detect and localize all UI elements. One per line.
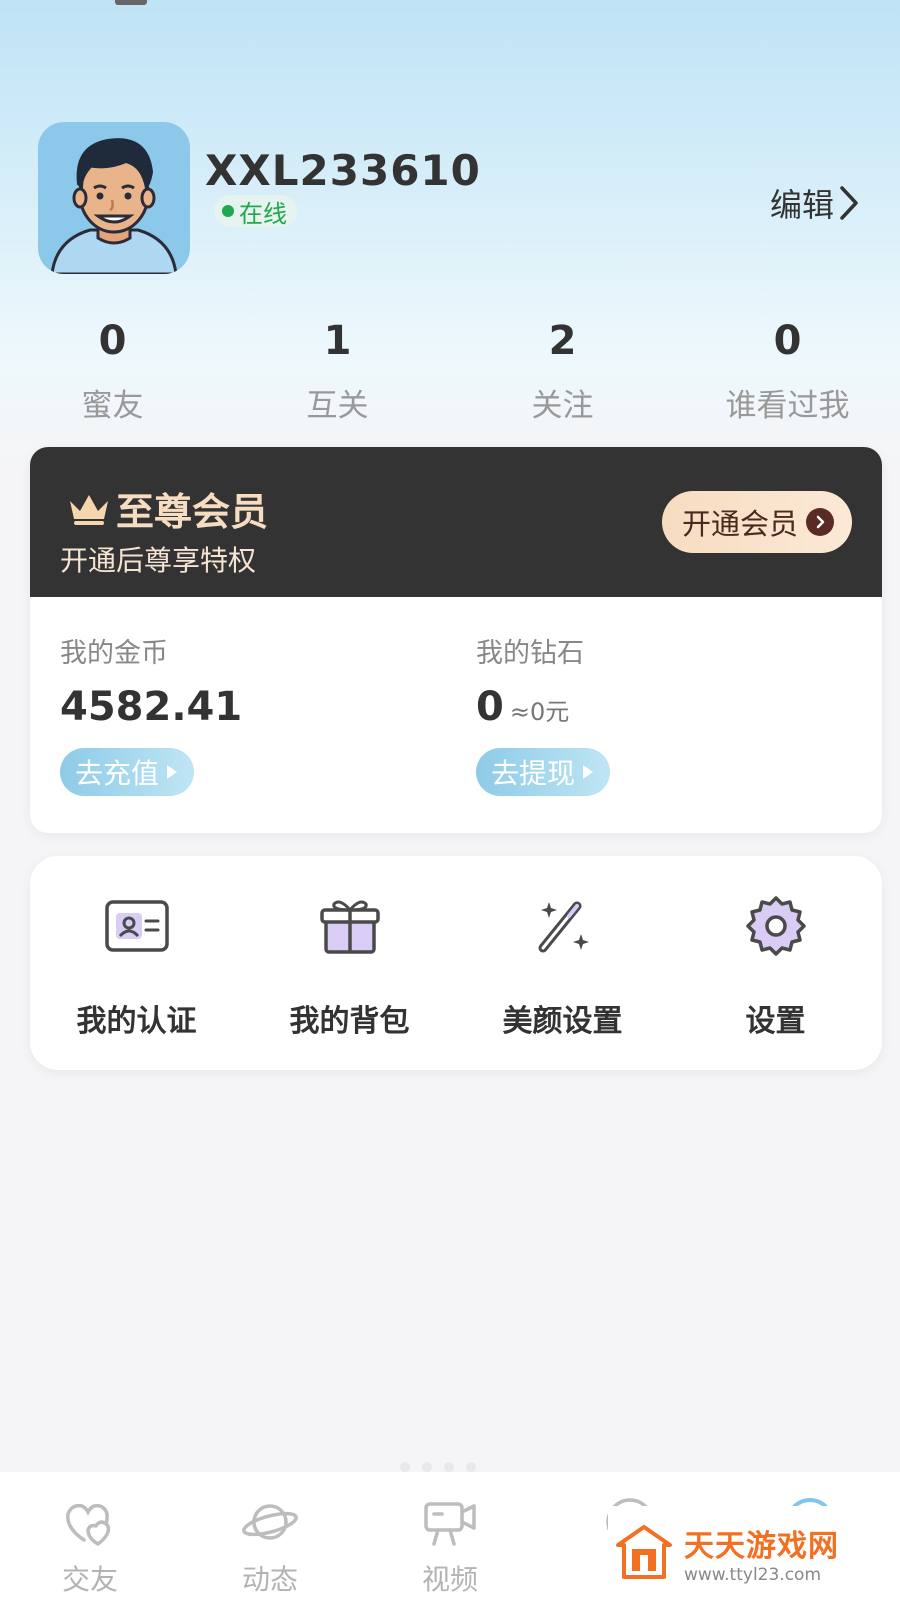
action-beauty-settings[interactable]: 美颜设置: [456, 856, 669, 1070]
watermark-logo-icon: [616, 1525, 672, 1579]
tab-video[interactable]: 视频: [360, 1472, 540, 1600]
action-label: 我的背包: [289, 1004, 410, 1039]
id-card-icon: [104, 900, 169, 952]
coins-label: 我的金币: [60, 638, 168, 669]
quick-actions-card: 我的认证 我的背包 美颜设置 设置: [30, 856, 882, 1070]
coins-value-row: 4582.41: [60, 684, 242, 730]
action-label: 美颜设置: [502, 1004, 623, 1039]
open-vip-button[interactable]: 开通会员: [661, 491, 852, 553]
page-dot: [444, 1462, 454, 1472]
page-dot: [400, 1462, 410, 1472]
stat-label: 蜜友: [81, 388, 144, 424]
diamonds-value: 0: [476, 684, 504, 730]
tab-moments[interactable]: 动态: [180, 1472, 360, 1600]
planet-icon: [242, 1504, 298, 1540]
vip-title: 至尊会员: [66, 481, 268, 536]
stats-row: 0 蜜友 1 互关 2 关注 0 谁看过我: [0, 318, 900, 425]
arrow-circle-icon: [806, 508, 834, 536]
tab-label: 交友: [61, 1563, 118, 1596]
online-status-text: 在线: [239, 199, 287, 228]
gift-icon: [319, 900, 380, 954]
coins-section: 我的金币 4582.41 去充值: [60, 631, 242, 796]
edit-label: 编辑: [769, 186, 834, 224]
page-indicator: [400, 1462, 476, 1472]
page-dot: [466, 1462, 476, 1472]
recharge-button[interactable]: 去充值: [60, 748, 194, 796]
action-settings[interactable]: 设置: [669, 856, 882, 1070]
withdraw-button[interactable]: 去提现: [476, 748, 610, 796]
recharge-label: 去充值: [74, 757, 159, 790]
username: XXL233610: [205, 146, 481, 195]
diamonds-value-row: 0 ≈0元: [476, 684, 610, 730]
watermark: 天天游戏网 www.ttyl23.com: [608, 1506, 900, 1600]
vip-wallet-card: 至尊会员 开通后尊享特权 开通会员 我的金币 4582.41 去充值 我的钻石 …: [30, 447, 882, 833]
vip-title-text: 至尊会员: [116, 490, 269, 534]
stat-value: 0: [98, 318, 127, 364]
stat-friends[interactable]: 0 蜜友: [0, 318, 225, 425]
stat-value: 2: [548, 318, 577, 364]
watermark-url: www.ttyl23.com: [684, 1565, 822, 1585]
stat-value: 1: [323, 318, 352, 364]
watermark-title: 天天游戏网: [684, 1529, 839, 1564]
watermark-text: 天天游戏网 www.ttyl23.com: [684, 1521, 839, 1585]
avatar[interactable]: [38, 122, 190, 274]
status-bar-indicator: [115, 0, 147, 5]
withdraw-label: 去提现: [490, 757, 575, 790]
edit-profile-button[interactable]: 编辑: [770, 180, 860, 226]
vip-subtitle: 开通后尊享特权: [60, 544, 257, 577]
coins-value: 4582.41: [60, 684, 243, 730]
tab-label: 视频: [421, 1563, 478, 1596]
diamonds-label: 我的钻石: [476, 638, 584, 669]
vip-banner[interactable]: 至尊会员 开通后尊享特权 开通会员: [30, 447, 882, 597]
action-label: 设置: [745, 1004, 806, 1039]
tab-friends[interactable]: 交友: [0, 1472, 180, 1600]
action-label: 我的认证: [76, 1004, 197, 1039]
avatar-illustration: [38, 122, 190, 274]
stat-value: 0: [773, 318, 802, 364]
play-arrow-icon: [583, 765, 593, 779]
diamonds-section: 我的钻石 0 ≈0元 去提现: [476, 631, 610, 796]
gear-icon: [745, 896, 806, 956]
stat-following[interactable]: 2 关注: [450, 318, 675, 425]
stat-label: 谁看过我: [725, 388, 850, 424]
play-arrow-icon: [167, 765, 177, 779]
stat-label: 互关: [306, 388, 369, 424]
tab-label: 动态: [241, 1563, 298, 1596]
video-camera-icon: [424, 1502, 476, 1546]
online-dot-icon: [222, 205, 234, 217]
chevron-right-icon: [840, 186, 858, 220]
online-status-badge: 在线: [214, 195, 297, 228]
stat-visitors[interactable]: 0 谁看过我: [675, 318, 900, 425]
page-dot: [422, 1462, 432, 1472]
action-backpack[interactable]: 我的背包: [243, 856, 456, 1070]
hearts-icon: [66, 1503, 111, 1546]
stat-mutual[interactable]: 1 互关: [225, 318, 450, 425]
stat-label: 关注: [531, 388, 594, 424]
action-certification[interactable]: 我的认证: [30, 856, 243, 1070]
crown-icon: [70, 494, 108, 525]
magic-wand-icon: [538, 901, 589, 953]
diamonds-approx: ≈0元: [509, 698, 570, 726]
open-vip-label: 开通会员: [681, 507, 798, 541]
